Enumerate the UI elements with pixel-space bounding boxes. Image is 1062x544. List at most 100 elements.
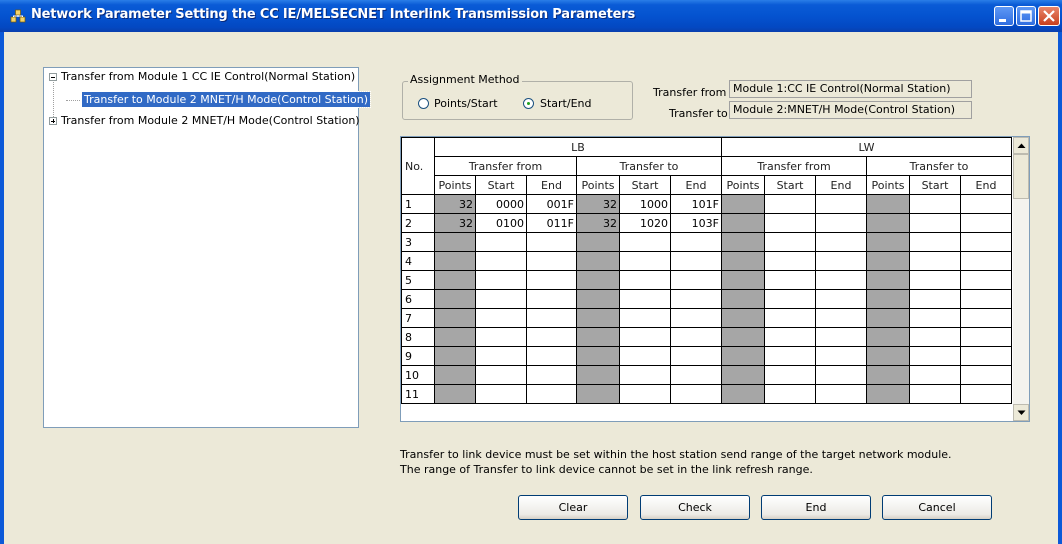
transmission-grid[interactable]: No. LB LW Transfer from Transfer to Tran… [400,136,1030,422]
grid-cell[interactable] [960,251,1012,271]
grid-vertical-scrollbar[interactable] [1013,137,1029,421]
grid-cell[interactable] [526,346,577,366]
tree-item-transfer-from-module-1[interactable]: Transfer from Module 1 CC IE Control(Nor… [61,69,355,84]
grid-cell[interactable] [764,232,816,252]
radio-start-end-label[interactable]: Start/End [540,97,591,110]
grid-cell[interactable] [576,232,620,252]
grid-cell[interactable] [670,251,722,271]
grid-cell[interactable] [434,365,476,385]
collapse-icon[interactable] [49,73,57,81]
grid-cell[interactable] [434,346,476,366]
grid-cell[interactable] [526,365,577,385]
grid-cell[interactable] [475,270,527,290]
grid-cell[interactable] [866,251,910,271]
maximize-button[interactable] [1016,6,1036,26]
scroll-down-button[interactable] [1013,404,1029,421]
grid-cell[interactable] [960,270,1012,290]
grid-cell[interactable] [909,346,961,366]
grid-cell[interactable] [815,213,867,233]
grid-cell[interactable] [815,270,867,290]
grid-cell[interactable] [909,365,961,385]
grid-cell[interactable]: 011F [526,213,577,233]
grid-cell[interactable] [670,270,722,290]
grid-cell[interactable] [721,289,765,309]
tree-item-transfer-to-module-2[interactable]: Transfer to Module 2 MNET/H Mode(Control… [80,91,372,108]
module-tree[interactable]: Transfer from Module 1 CC IE Control(Nor… [43,67,372,428]
grid-cell[interactable] [670,327,722,347]
grid-cell[interactable] [815,384,867,404]
grid-cell[interactable] [526,251,577,271]
grid-cell[interactable] [866,213,910,233]
grid-cell[interactable] [721,232,765,252]
grid-cell[interactable] [909,251,961,271]
cancel-button[interactable]: Cancel [882,495,992,520]
grid-cell[interactable] [434,308,476,328]
grid-cell[interactable] [866,232,910,252]
grid-cell[interactable] [434,270,476,290]
grid-cell[interactable] [866,308,910,328]
check-button[interactable]: Check [640,495,750,520]
grid-cell[interactable] [670,384,722,404]
grid-cell[interactable] [909,289,961,309]
grid-cell[interactable] [475,289,527,309]
grid-cell[interactable] [670,289,722,309]
expand-icon[interactable] [49,117,57,125]
grid-cell[interactable] [576,289,620,309]
grid-cell[interactable] [670,308,722,328]
grid-cell[interactable] [960,308,1012,328]
grid-cell[interactable] [670,232,722,252]
grid-cell[interactable] [576,346,620,366]
grid-cell[interactable]: 001F [526,194,577,214]
grid-cell[interactable] [815,308,867,328]
grid-cell[interactable]: 103F [670,213,722,233]
grid-cell[interactable] [721,346,765,366]
grid-cell[interactable] [721,270,765,290]
grid-cell[interactable] [526,232,577,252]
grid-cell[interactable] [475,384,527,404]
grid-cell[interactable] [909,384,961,404]
grid-cell[interactable] [526,270,577,290]
tree-item-transfer-from-module-2[interactable]: Transfer from Module 2 MNET/H Mode(Contr… [61,113,360,128]
grid-cell[interactable] [960,213,1012,233]
grid-cell[interactable] [764,327,816,347]
grid-cell[interactable] [670,346,722,366]
grid-cell[interactable] [721,213,765,233]
grid-cell[interactable] [815,289,867,309]
grid-cell[interactable] [764,346,816,366]
grid-cell[interactable] [960,327,1012,347]
grid-cell[interactable] [619,289,671,309]
title-bar[interactable]: Network Parameter Setting the CC IE/MELS… [0,0,1062,32]
grid-cell[interactable] [815,327,867,347]
grid-cell[interactable] [960,194,1012,214]
grid-cell[interactable] [475,251,527,271]
grid-cell[interactable] [764,213,816,233]
end-button[interactable]: End [761,495,871,520]
grid-cell[interactable] [721,327,765,347]
grid-cell[interactable] [909,194,961,214]
grid-cell[interactable] [815,194,867,214]
grid-cell[interactable] [526,289,577,309]
grid-cell[interactable]: 101F [670,194,722,214]
grid-cell[interactable] [526,327,577,347]
grid-cell[interactable] [909,213,961,233]
grid-cell[interactable] [866,365,910,385]
grid-cell[interactable] [526,384,577,404]
grid-cell[interactable] [960,384,1012,404]
grid-cell[interactable] [764,365,816,385]
grid-cell[interactable] [866,270,910,290]
grid-cell[interactable] [764,289,816,309]
grid-cell[interactable] [434,327,476,347]
grid-cell[interactable] [866,327,910,347]
grid-cell[interactable] [576,270,620,290]
minimize-button[interactable] [994,6,1014,26]
grid-cell[interactable] [721,384,765,404]
grid-cell[interactable] [960,346,1012,366]
grid-cell[interactable] [866,289,910,309]
close-button[interactable] [1038,6,1060,26]
grid-cell[interactable] [866,194,910,214]
grid-cell[interactable] [866,384,910,404]
grid-cell[interactable] [721,251,765,271]
grid-cell[interactable] [721,194,765,214]
radio-points-start[interactable] [418,98,429,109]
grid-cell[interactable]: 32 [434,194,476,214]
